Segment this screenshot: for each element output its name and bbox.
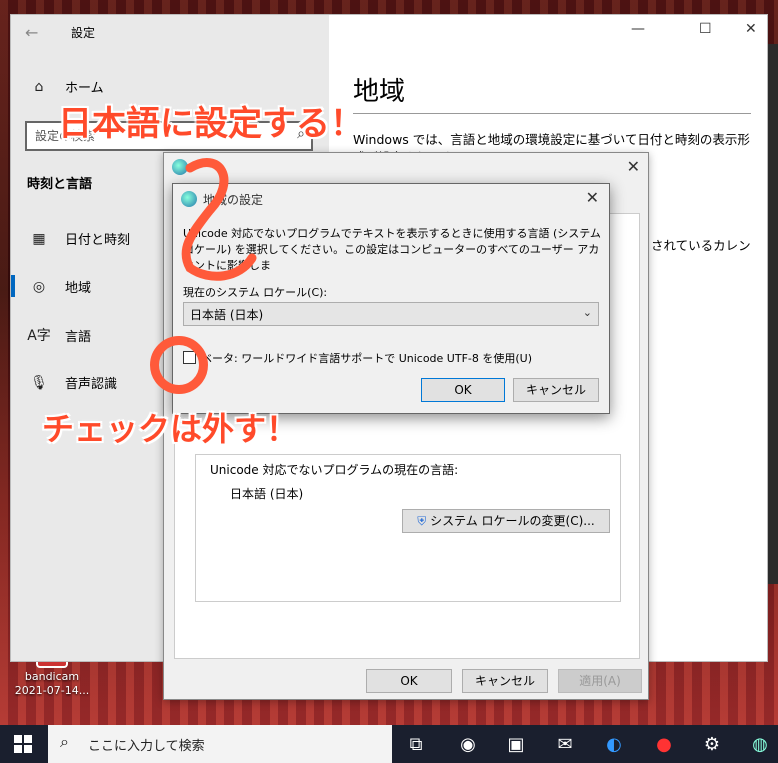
sidebar-item-home[interactable]: ⌂ ホーム: [27, 77, 104, 97]
sidebar-item-label: 日付と時刻: [65, 233, 131, 248]
desktop-icon-date: 2021-07-14...: [14, 684, 90, 697]
ok-button[interactable]: OK: [421, 378, 505, 402]
search-placeholder: ここに入力して検索: [88, 739, 205, 754]
shield-icon: ⛨: [417, 514, 427, 528]
change-system-locale-button[interactable]: ⛨ システム ロケールの変更(C)...: [402, 509, 610, 533]
sidebar-item-date-time[interactable]: ▦ 日付と時刻: [27, 229, 131, 249]
windows-start-icon[interactable]: [14, 735, 32, 753]
ok-button[interactable]: OK: [366, 669, 452, 693]
page-description-partial: されているカレン: [651, 238, 751, 253]
cancel-button[interactable]: キャンセル: [462, 669, 548, 693]
taskbar-search-input[interactable]: ⌕ ここに入力して検索: [48, 725, 392, 763]
region-globe-icon[interactable]: ◍: [748, 733, 772, 757]
highlight-circle: [150, 336, 208, 394]
sidebar-item-label: ホーム: [65, 81, 104, 96]
settings-gear-icon[interactable]: ⚙: [700, 733, 724, 757]
calendar-icon: ▦: [32, 230, 46, 247]
microphone-icon: 🎙: [30, 374, 48, 391]
divider: [353, 113, 751, 114]
system-locale-select[interactable]: 日本語 (日本) ⌄: [183, 302, 599, 326]
sidebar-item-region[interactable]: ◎ 地域: [27, 277, 92, 297]
sidebar-item-label: 言語: [65, 329, 92, 345]
bandicam-record-icon[interactable]: ●: [652, 733, 676, 757]
annotation-squiggle: [181, 158, 257, 281]
taskbar: ⌕ ここに入力して検索 ⧉ ◉ ▣ ✉ ◐ ● ⚙ ◍: [0, 725, 778, 763]
utf8-beta-label[interactable]: ベータ: ワールドワイド言語サポートで Unicode UTF-8 を使用(U): [201, 350, 532, 366]
search-icon: ⌕: [60, 732, 69, 751]
button-label: システム ロケールの変更(C)...: [430, 514, 595, 528]
section-title: 時刻と言語: [27, 177, 93, 192]
store-icon[interactable]: ▣: [504, 733, 528, 757]
sidebar-item-label: 地域: [65, 281, 92, 296]
desktop-icon-label: bandicam: [24, 670, 80, 683]
globe-icon: ◎: [32, 278, 46, 295]
minimize-icon[interactable]: —: [631, 21, 645, 37]
edge-icon[interactable]: ◐: [602, 733, 626, 757]
sidebar-item-language[interactable]: A字 言語: [27, 325, 91, 345]
cancel-button[interactable]: キャンセル: [513, 378, 599, 402]
sidebar-item-speech[interactable]: 🎙 音声認識: [27, 373, 118, 393]
maximize-icon[interactable]: ☐: [699, 21, 712, 37]
unicode-heading: Unicode 対応でないプログラムの現在の言語:: [210, 463, 459, 477]
home-icon: ⌂: [34, 78, 44, 95]
mail-icon[interactable]: ✉: [553, 733, 577, 757]
annotation-set-japanese: 日本語に設定する！: [58, 104, 364, 144]
unicode-value: 日本語 (日本): [230, 487, 304, 501]
selection-indicator: [11, 275, 15, 297]
apply-button[interactable]: 適用(A): [558, 669, 642, 693]
chrome-icon[interactable]: ◉: [456, 733, 480, 757]
language-icon: A字: [27, 328, 51, 344]
unicode-group: Unicode 対応でないプログラムの現在の言語: 日本語 (日本) ⛨ システ…: [195, 454, 621, 602]
task-view-icon[interactable]: ⧉: [404, 733, 428, 757]
annotation-uncheck: チェックは外す！: [42, 410, 299, 448]
close-icon[interactable]: ✕: [586, 188, 599, 207]
chevron-down-icon: ⌄: [582, 306, 592, 319]
settings-title: 設定: [71, 26, 96, 40]
selected-locale: 日本語 (日本): [190, 308, 264, 322]
close-icon[interactable]: ✕: [627, 157, 640, 176]
close-icon[interactable]: ✕: [745, 21, 757, 37]
sidebar-item-label: 音声認識: [65, 377, 118, 392]
back-arrow-icon[interactable]: ←: [25, 23, 38, 42]
